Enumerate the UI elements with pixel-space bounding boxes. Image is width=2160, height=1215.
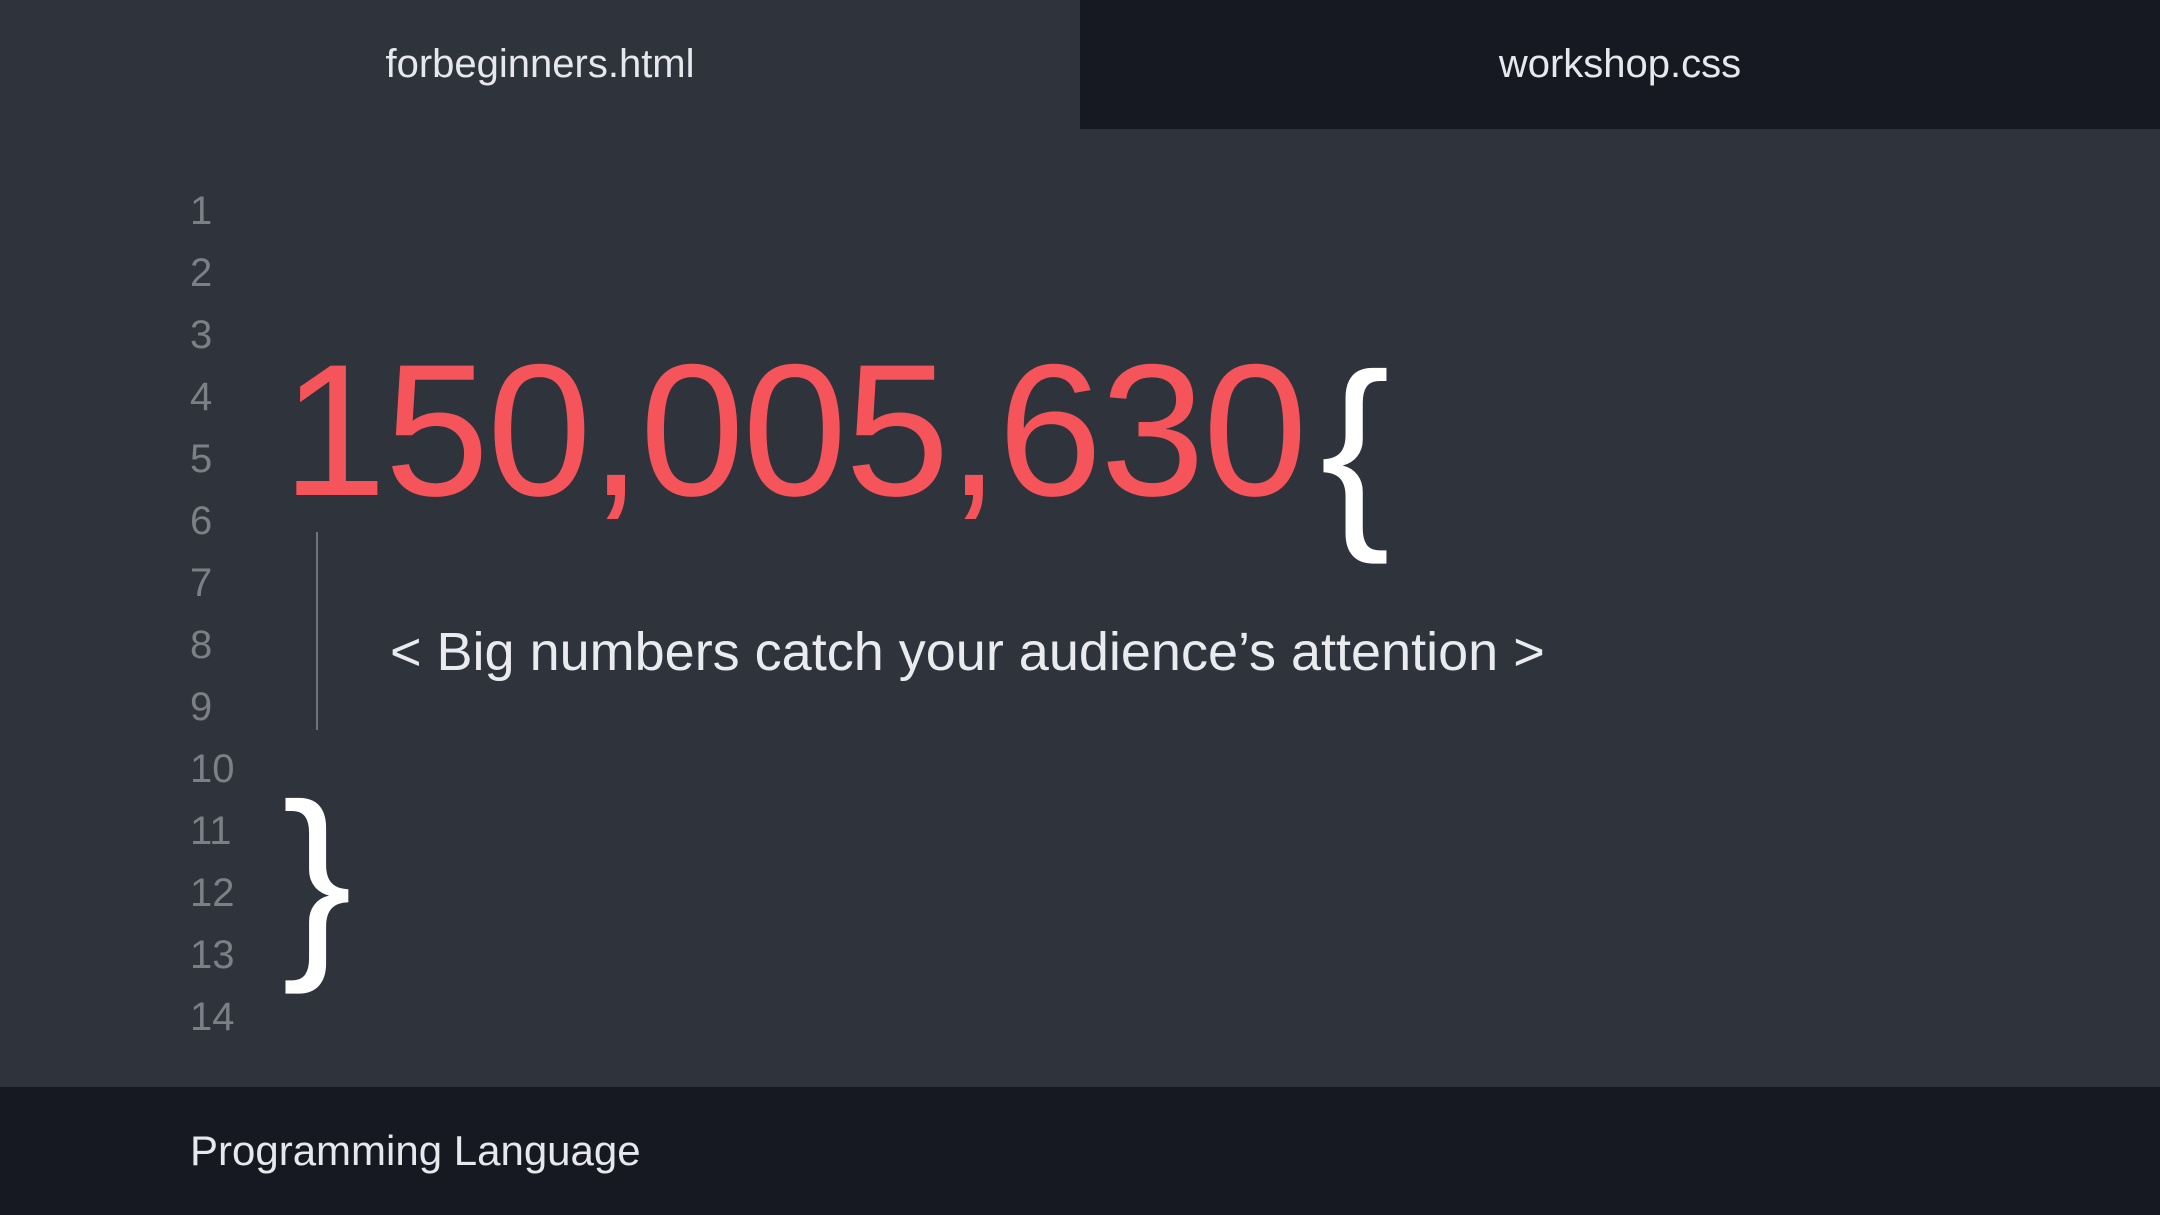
tab-forbeginners-html[interactable]: forbeginners.html: [0, 0, 1080, 129]
tab-label: forbeginners.html: [385, 42, 695, 86]
line-number: 7: [190, 561, 213, 605]
footer-bar: Programming Language: [0, 1087, 2160, 1215]
open-brace: {: [1320, 330, 1391, 565]
comment-text: < Big numbers catch your audience’s atte…: [390, 622, 1545, 682]
line-number: 6: [190, 499, 213, 543]
line-number: 8: [190, 623, 213, 667]
close-brace: }: [282, 760, 353, 995]
line-number: 1: [190, 189, 213, 233]
indent-guide: [316, 532, 318, 730]
line-number: 10: [190, 747, 235, 791]
line-number: 14: [190, 995, 235, 1039]
line-number: 5: [190, 437, 213, 481]
tab-bar: forbeginners.html workshop.css: [0, 0, 2160, 129]
big-number: 150,005,630: [282, 325, 1307, 535]
footer-label: Programming Language: [190, 1127, 641, 1174]
line-number: 12: [190, 871, 235, 915]
tab-label: workshop.css: [1498, 42, 1742, 86]
line-number: 13: [190, 933, 235, 977]
line-number: 2: [190, 251, 213, 295]
line-number: 4: [190, 375, 213, 419]
slide-editor-view: forbeginners.html workshop.css 1 2 3 4 5…: [0, 0, 2160, 1215]
line-number: 9: [190, 685, 213, 729]
line-number: 11: [190, 809, 232, 853]
tab-workshop-css[interactable]: workshop.css: [1080, 0, 2160, 129]
line-number: 3: [190, 313, 213, 357]
